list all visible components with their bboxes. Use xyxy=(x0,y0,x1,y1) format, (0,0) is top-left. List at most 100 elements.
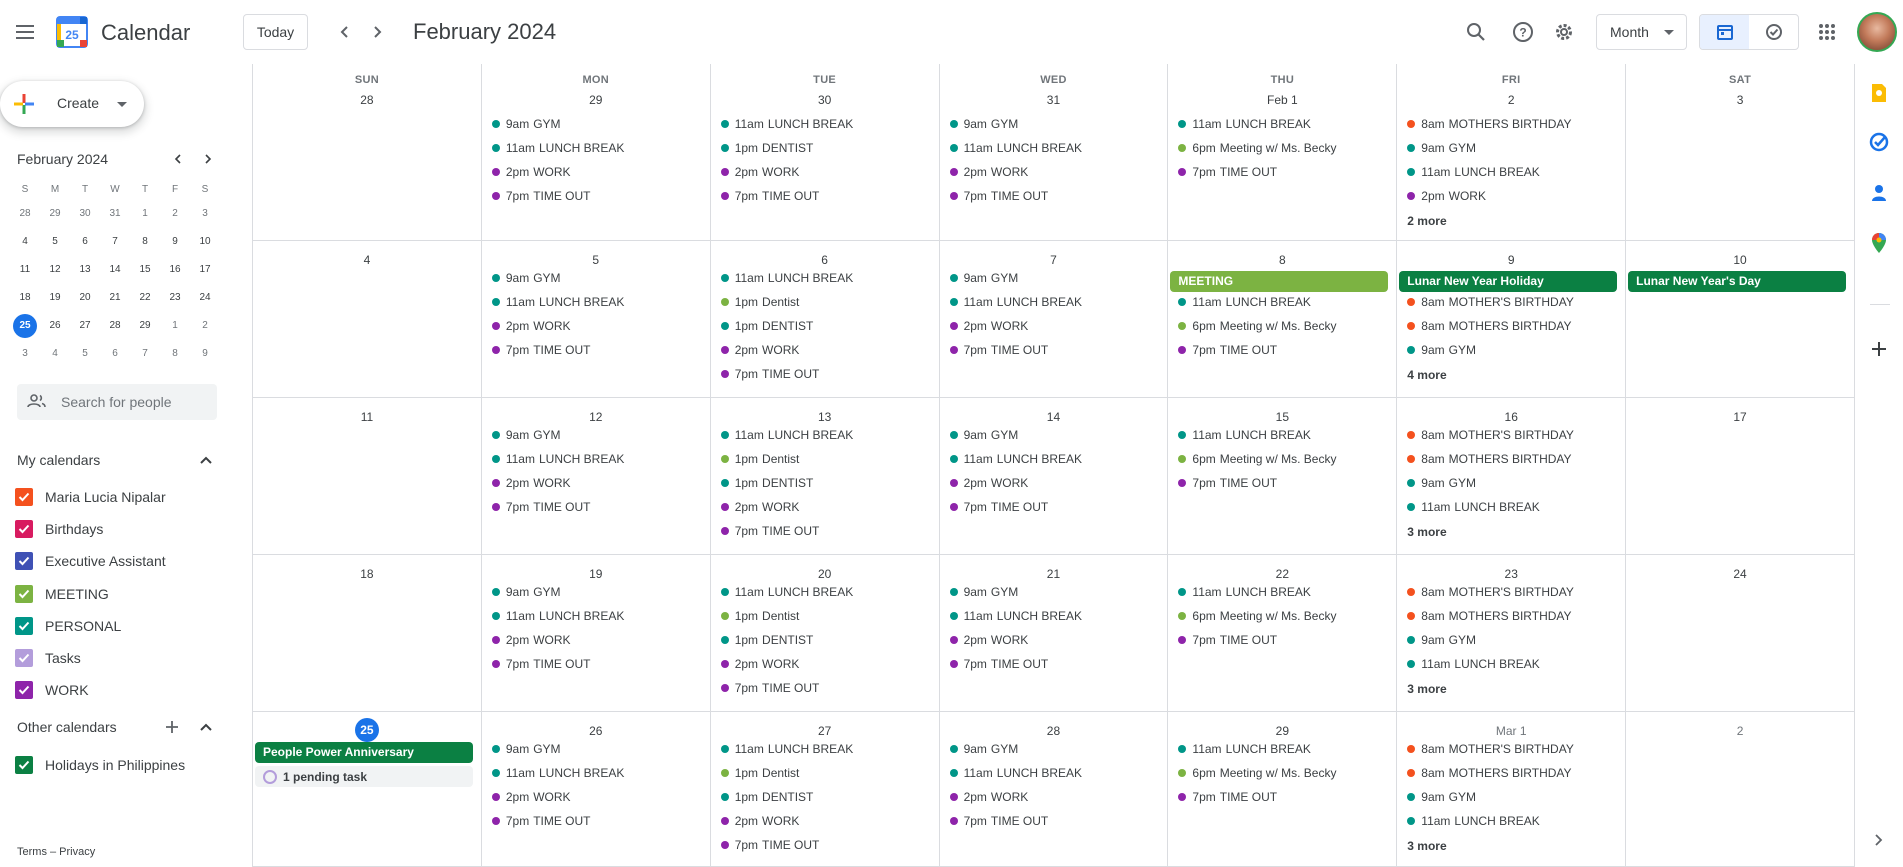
mini-day[interactable]: 4 xyxy=(10,228,40,256)
mini-day[interactable]: 21 xyxy=(100,284,130,312)
event-item[interactable]: 2pm WORK xyxy=(717,811,935,831)
checkbox-icon[interactable] xyxy=(15,681,33,700)
day-cell[interactable]: SAT 3 xyxy=(1626,64,1855,240)
event-item[interactable]: 9am GYM xyxy=(488,739,706,759)
day-number[interactable]: 18 xyxy=(253,567,481,581)
event-item[interactable]: 2pm WORK xyxy=(488,787,706,807)
event-item[interactable]: 11am LUNCH BREAK xyxy=(946,449,1164,469)
event-item[interactable]: 2pm WORK xyxy=(717,654,935,674)
day-cell[interactable]: 14 9am GYM 11am LUNCH BREAK 2pm WORK 7pm TIME OU… xyxy=(940,398,1169,554)
event-item[interactable]: 7pm TIME OUT xyxy=(717,835,935,855)
event-item[interactable]: 2pm WORK xyxy=(488,630,706,650)
event-item[interactable]: 7pm TIME OUT xyxy=(488,654,706,674)
calendar-view-icon[interactable] xyxy=(1700,15,1749,49)
event-item[interactable]: 11am LUNCH BREAK xyxy=(488,763,706,783)
day-number[interactable]: 15 xyxy=(1168,410,1396,424)
event-item[interactable]: 11am LUNCH BREAK xyxy=(1174,425,1392,445)
my-calendars-title[interactable]: My calendars xyxy=(17,452,100,468)
day-number[interactable]: 23 xyxy=(1397,567,1625,581)
day-number[interactable]: 2 xyxy=(1626,724,1854,738)
day-number[interactable]: 6 xyxy=(711,253,939,267)
mini-day[interactable]: 28 xyxy=(100,312,130,340)
day-number[interactable]: 11 xyxy=(253,410,481,424)
mini-day[interactable]: 18 xyxy=(10,284,40,312)
event-item[interactable]: 1pm DENTIST xyxy=(717,138,935,158)
event-item[interactable]: 7pm TIME OUT xyxy=(946,186,1164,206)
event-item[interactable]: 1pm Dentist xyxy=(717,763,935,783)
pending-task-chip[interactable]: 1 pending task xyxy=(255,766,473,787)
event-item[interactable]: 7pm TIME OUT xyxy=(717,186,935,206)
event-item[interactable]: 11am LUNCH BREAK xyxy=(1403,654,1621,674)
day-number[interactable]: 22 xyxy=(1168,567,1396,581)
day-cell[interactable]: 29 11am LUNCH BREAK 6pm Meeting w/ Ms. Becky… xyxy=(1168,712,1398,866)
day-cell[interactable]: 21 9am GYM 11am LUNCH BREAK 2pm WORK 7pm TIME OU… xyxy=(940,555,1169,711)
mini-day[interactable]: 22 xyxy=(130,284,160,312)
day-cell[interactable]: 23 8am MOTHER'S BIRTHDAY 8am MOTHERS BIRTHDA… xyxy=(1397,555,1627,711)
mini-day[interactable]: 14 xyxy=(100,256,130,284)
day-cell[interactable]: 10 Lunar New Year's Day xyxy=(1626,241,1855,397)
mini-day[interactable]: 15 xyxy=(130,256,160,284)
day-cell[interactable]: 9 Lunar New Year Holiday 8am MOTHER'S BIRTH… xyxy=(1397,241,1627,397)
day-cell[interactable]: 2 xyxy=(1626,712,1855,866)
day-cell[interactable]: 12 9am GYM 11am LUNCH BREAK 2pm WORK 7pm TIME OU… xyxy=(482,398,711,554)
event-item[interactable]: 9am GYM xyxy=(488,114,706,134)
day-cell[interactable]: 13 11am LUNCH BREAK 1pm Dentist 1pm DENTIST 2pm… xyxy=(711,398,940,554)
event-item[interactable]: 9am GYM xyxy=(488,425,706,445)
event-item[interactable]: 9am GYM xyxy=(1403,138,1621,158)
event-item[interactable]: 8am MOTHERS BIRTHDAY xyxy=(1403,449,1621,469)
day-cell[interactable]: 28 9am GYM 11am LUNCH BREAK 2pm WORK 7pm TIME OU… xyxy=(940,712,1169,866)
event-item[interactable]: 11am LUNCH BREAK xyxy=(1174,739,1392,759)
event-item[interactable]: 7pm TIME OUT xyxy=(488,340,706,360)
day-cell[interactable]: 18 xyxy=(253,555,482,711)
day-number[interactable]: 28 xyxy=(940,724,1168,738)
event-item[interactable]: 9am GYM xyxy=(1403,787,1621,807)
event-item[interactable]: 11am LUNCH BREAK xyxy=(1403,497,1621,517)
mini-day[interactable]: 28 xyxy=(10,200,40,228)
day-cell[interactable]: 20 11am LUNCH BREAK 1pm Dentist 1pm DENTIST 2pm… xyxy=(711,555,940,711)
day-number[interactable]: Mar 1 xyxy=(1397,724,1625,738)
event-item[interactable]: 2pm WORK xyxy=(488,316,706,336)
event-item[interactable]: 9am GYM xyxy=(1403,630,1621,650)
mini-day[interactable]: 2 xyxy=(160,200,190,228)
event-item[interactable]: 11am LUNCH BREAK xyxy=(717,268,935,288)
event-item[interactable]: 11am LUNCH BREAK xyxy=(488,138,706,158)
more-events-link[interactable]: 3 more xyxy=(1407,839,1446,853)
event-item[interactable]: 2pm WORK xyxy=(717,497,935,517)
event-item[interactable]: 1pm DENTIST xyxy=(717,630,935,650)
day-cell[interactable]: 25 People Power Anniversary 1 pending task xyxy=(253,712,482,866)
day-number[interactable]: 16 xyxy=(1397,410,1625,424)
mini-day[interactable]: 31 xyxy=(100,200,130,228)
event-item[interactable]: 6pm Meeting w/ Ms. Becky xyxy=(1174,606,1392,626)
day-number[interactable]: 30 xyxy=(711,93,939,107)
prev-month-icon[interactable] xyxy=(333,20,357,44)
event-item[interactable]: 2pm WORK xyxy=(1403,186,1621,206)
event-item[interactable]: 11am LUNCH BREAK xyxy=(717,114,935,134)
maps-icon[interactable] xyxy=(1868,232,1890,254)
event-item[interactable]: 2pm WORK xyxy=(717,340,935,360)
event-item[interactable]: 2pm WORK xyxy=(946,630,1164,650)
event-item[interactable]: 9am GYM xyxy=(946,582,1164,602)
main-menu-icon[interactable] xyxy=(12,16,38,48)
mini-day[interactable]: 6 xyxy=(70,228,100,256)
event-item[interactable]: 7pm TIME OUT xyxy=(717,364,935,384)
keep-notes-icon[interactable] xyxy=(1868,82,1890,104)
search-people-input[interactable]: Search for people xyxy=(17,384,217,420)
event-item[interactable]: 9am GYM xyxy=(946,425,1164,445)
event-item[interactable]: 6pm Meeting w/ Ms. Becky xyxy=(1174,138,1392,158)
mini-day[interactable]: 8 xyxy=(160,340,190,368)
event-item[interactable]: 7pm TIME OUT xyxy=(1174,162,1392,182)
mini-day[interactable]: 17 xyxy=(190,256,220,284)
event-item[interactable]: 11am LUNCH BREAK xyxy=(946,763,1164,783)
day-number[interactable]: 10 xyxy=(1626,253,1854,267)
day-cell[interactable]: 17 xyxy=(1626,398,1855,554)
event-item[interactable]: 11am LUNCH BREAK xyxy=(717,582,935,602)
event-item[interactable]: 11am LUNCH BREAK xyxy=(1174,114,1392,134)
day-cell[interactable]: 11 xyxy=(253,398,482,554)
calendar-item[interactable]: Tasks xyxy=(15,647,81,669)
event-item[interactable]: 2pm WORK xyxy=(488,162,706,182)
event-item[interactable]: 7pm TIME OUT xyxy=(488,497,706,517)
event-item[interactable]: 11am LUNCH BREAK xyxy=(488,292,706,312)
event-item[interactable]: 7pm TIME OUT xyxy=(946,497,1164,517)
day-cell[interactable]: TUE 30 11am LUNCH BREAK 1pm DENTIST 2pm WORK 7pm… xyxy=(711,64,940,240)
mini-day[interactable]: 3 xyxy=(10,340,40,368)
